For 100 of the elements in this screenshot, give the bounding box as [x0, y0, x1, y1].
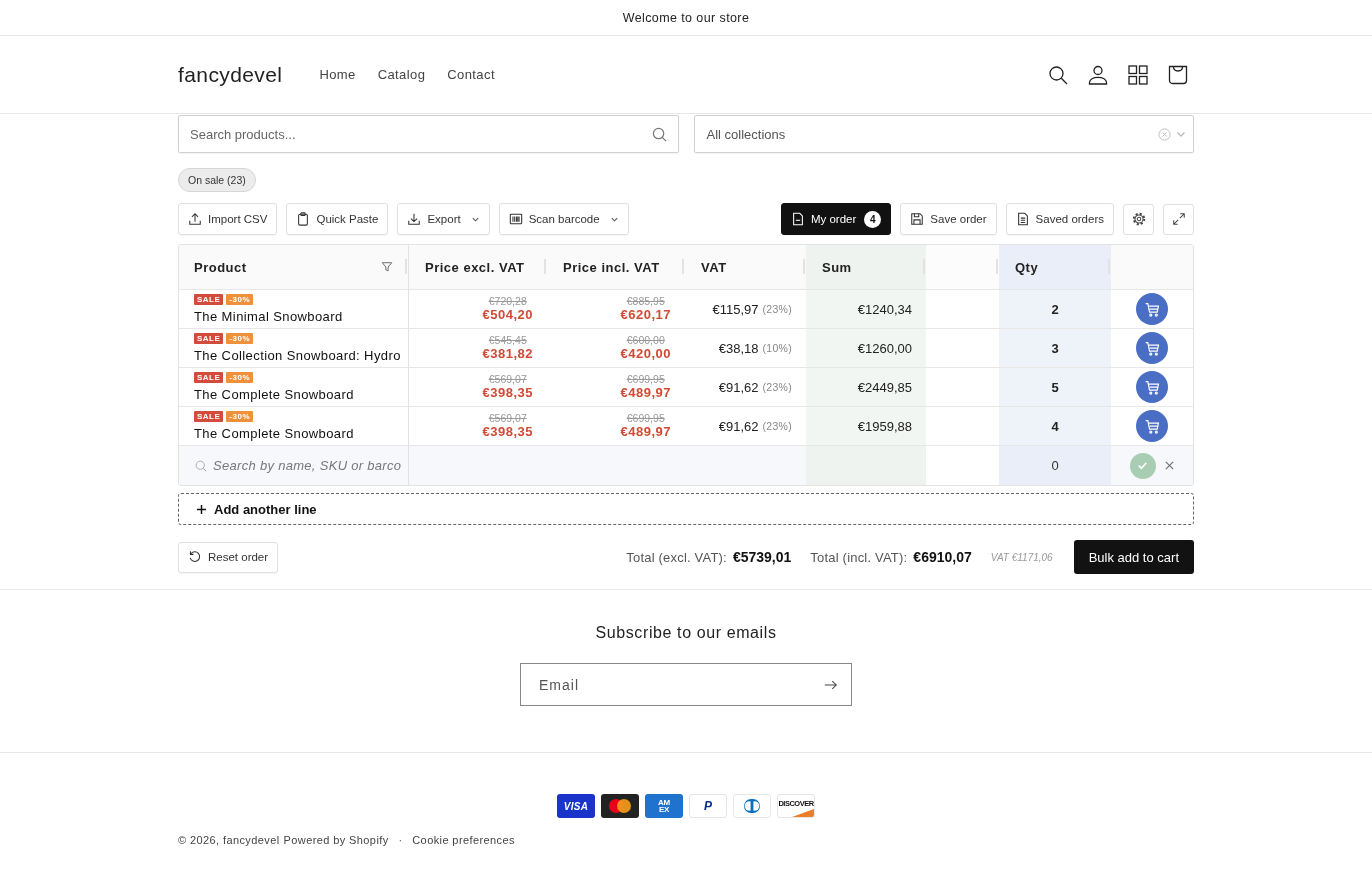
account-icon[interactable]	[1088, 64, 1108, 85]
refresh-icon	[188, 550, 202, 564]
nav-link[interactable]: Home	[319, 67, 356, 82]
count-badge: 4	[864, 210, 882, 228]
grid-icon[interactable]	[1128, 64, 1148, 85]
add-to-cart-button[interactable]	[1136, 293, 1168, 325]
cart-icon	[1143, 417, 1161, 435]
add-to-cart-button[interactable]	[1136, 332, 1168, 364]
column-header[interactable]: VAT	[701, 259, 727, 275]
search-field[interactable]: Search products...	[178, 115, 679, 153]
payment-logo-icon	[601, 794, 639, 818]
nav-link[interactable]: Contact	[447, 67, 495, 82]
sale-price: €381,82	[482, 346, 533, 362]
my-order-button[interactable]: My order 4	[780, 203, 892, 235]
sale-price: €420,00	[620, 346, 671, 362]
line-sum: €1959,88	[857, 418, 912, 434]
product-badge: -30%	[226, 294, 254, 305]
line-sum: €1260,00	[857, 340, 912, 356]
old-price: €699,95	[626, 373, 665, 385]
sale-price: €489,97	[620, 424, 671, 440]
toolbar-button[interactable]: Quick Paste	[286, 203, 389, 235]
vat-total: VAT €1171,06	[990, 551, 1053, 563]
column-header[interactable]: Qty	[1015, 259, 1039, 275]
sale-price: €620,17	[620, 307, 671, 323]
column-header[interactable]: Price incl. VAT	[563, 259, 660, 275]
column-header[interactable]: Price excl. VAT	[425, 259, 525, 275]
collections-select[interactable]: All collections	[693, 115, 1194, 153]
product-badge: SALE	[194, 372, 224, 383]
vat-amount: €91,62	[718, 418, 759, 434]
sale-price: €398,35	[482, 424, 533, 440]
toolbar-button[interactable]: Scan barcode	[498, 203, 629, 235]
product-name: The Complete Snowboard	[194, 387, 354, 402]
add-to-cart-button[interactable]	[1136, 371, 1168, 403]
settings-button[interactable]	[1123, 203, 1154, 235]
cookie-preferences-link[interactable]: Cookie preferences	[412, 834, 515, 846]
quantity-value: 4	[1051, 418, 1059, 434]
column-header[interactable]: Sum	[822, 259, 852, 275]
vat-amount: €38,18	[718, 340, 759, 356]
store-logo[interactable]: fancydevel	[178, 62, 283, 87]
clipboard-icon	[296, 212, 311, 226]
reset-order-button[interactable]: Reset order	[178, 541, 279, 573]
product-badge: SALE	[194, 333, 224, 344]
announcement-text: Welcome to our store	[622, 10, 750, 25]
sale-price: €398,35	[482, 385, 533, 401]
old-price: €569,07	[488, 373, 527, 385]
column-header[interactable]: Product	[194, 259, 247, 275]
upload-icon	[188, 212, 202, 226]
newsletter-title: Subscribe to our emails	[595, 623, 777, 643]
quantity-value: 2	[1051, 301, 1059, 317]
sale-price: €504,20	[482, 307, 533, 323]
total-value: €5739,01	[732, 549, 792, 565]
vat-rate: (10%)	[762, 342, 792, 354]
old-price: €600,00	[626, 334, 665, 346]
close-icon[interactable]	[1163, 460, 1175, 471]
document-icon	[1015, 212, 1030, 226]
vat-rate: (23%)	[762, 381, 792, 393]
barcode-icon	[508, 212, 523, 226]
bulk-add-to-cart-button[interactable]: Bulk add to cart	[1073, 540, 1194, 574]
bag-icon[interactable]	[1168, 64, 1188, 85]
payment-logo-icon	[733, 794, 771, 818]
vat-rate: (23%)	[762, 303, 792, 315]
product-search-field[interactable]: Search by name, SKU or barco	[179, 446, 409, 485]
separator-dot: ·	[398, 834, 403, 846]
line-sum: €1240,34	[857, 301, 912, 317]
powered-by-link[interactable]: Powered by Shopify	[283, 834, 389, 846]
quantity-field[interactable]: 0	[1035, 458, 1075, 473]
expand-button[interactable]	[1163, 203, 1194, 235]
toolbar-button[interactable]: Save order	[900, 203, 997, 235]
old-price: €699,95	[626, 412, 665, 424]
cart-icon	[1143, 378, 1161, 396]
check-icon	[1136, 459, 1149, 472]
search-icon	[195, 459, 207, 472]
total-label: Total (excl. VAT):	[626, 549, 727, 565]
old-price: €720,28	[488, 295, 527, 307]
cart-icon	[1143, 339, 1161, 357]
product-badge: SALE	[194, 294, 224, 305]
email-field[interactable]: Email	[520, 663, 852, 706]
sale-price: €489,97	[620, 385, 671, 401]
download-icon	[407, 212, 422, 226]
payment-logo: AM EX	[645, 794, 683, 818]
search-icon[interactable]	[1048, 64, 1068, 85]
payment-logo: P	[689, 794, 727, 818]
toolbar-button[interactable]: Import CSV	[178, 203, 278, 235]
toolbar-button[interactable]: Saved orders	[1005, 203, 1114, 235]
filter-chip[interactable]: On sale (23)	[178, 168, 256, 192]
product-name: The Minimal Snowboard	[194, 309, 343, 324]
vat-amount: €115,97	[712, 301, 759, 317]
chevron-down-icon	[1176, 129, 1186, 139]
product-badge: -30%	[226, 411, 254, 422]
add-to-cart-button[interactable]	[1136, 410, 1168, 442]
quantity-value: 3	[1051, 340, 1059, 356]
filter-icon[interactable]	[381, 261, 393, 273]
expand-icon	[1171, 212, 1186, 226]
nav-link[interactable]: Catalog	[377, 67, 426, 82]
add-line-button[interactable]: Add another line	[178, 493, 1194, 525]
product-badge: -30%	[226, 333, 254, 344]
quantity-value: 5	[1051, 379, 1059, 395]
toolbar-button[interactable]: Export	[397, 203, 490, 235]
product-badge: SALE	[194, 411, 224, 422]
vat-amount: €91,62	[718, 379, 759, 395]
